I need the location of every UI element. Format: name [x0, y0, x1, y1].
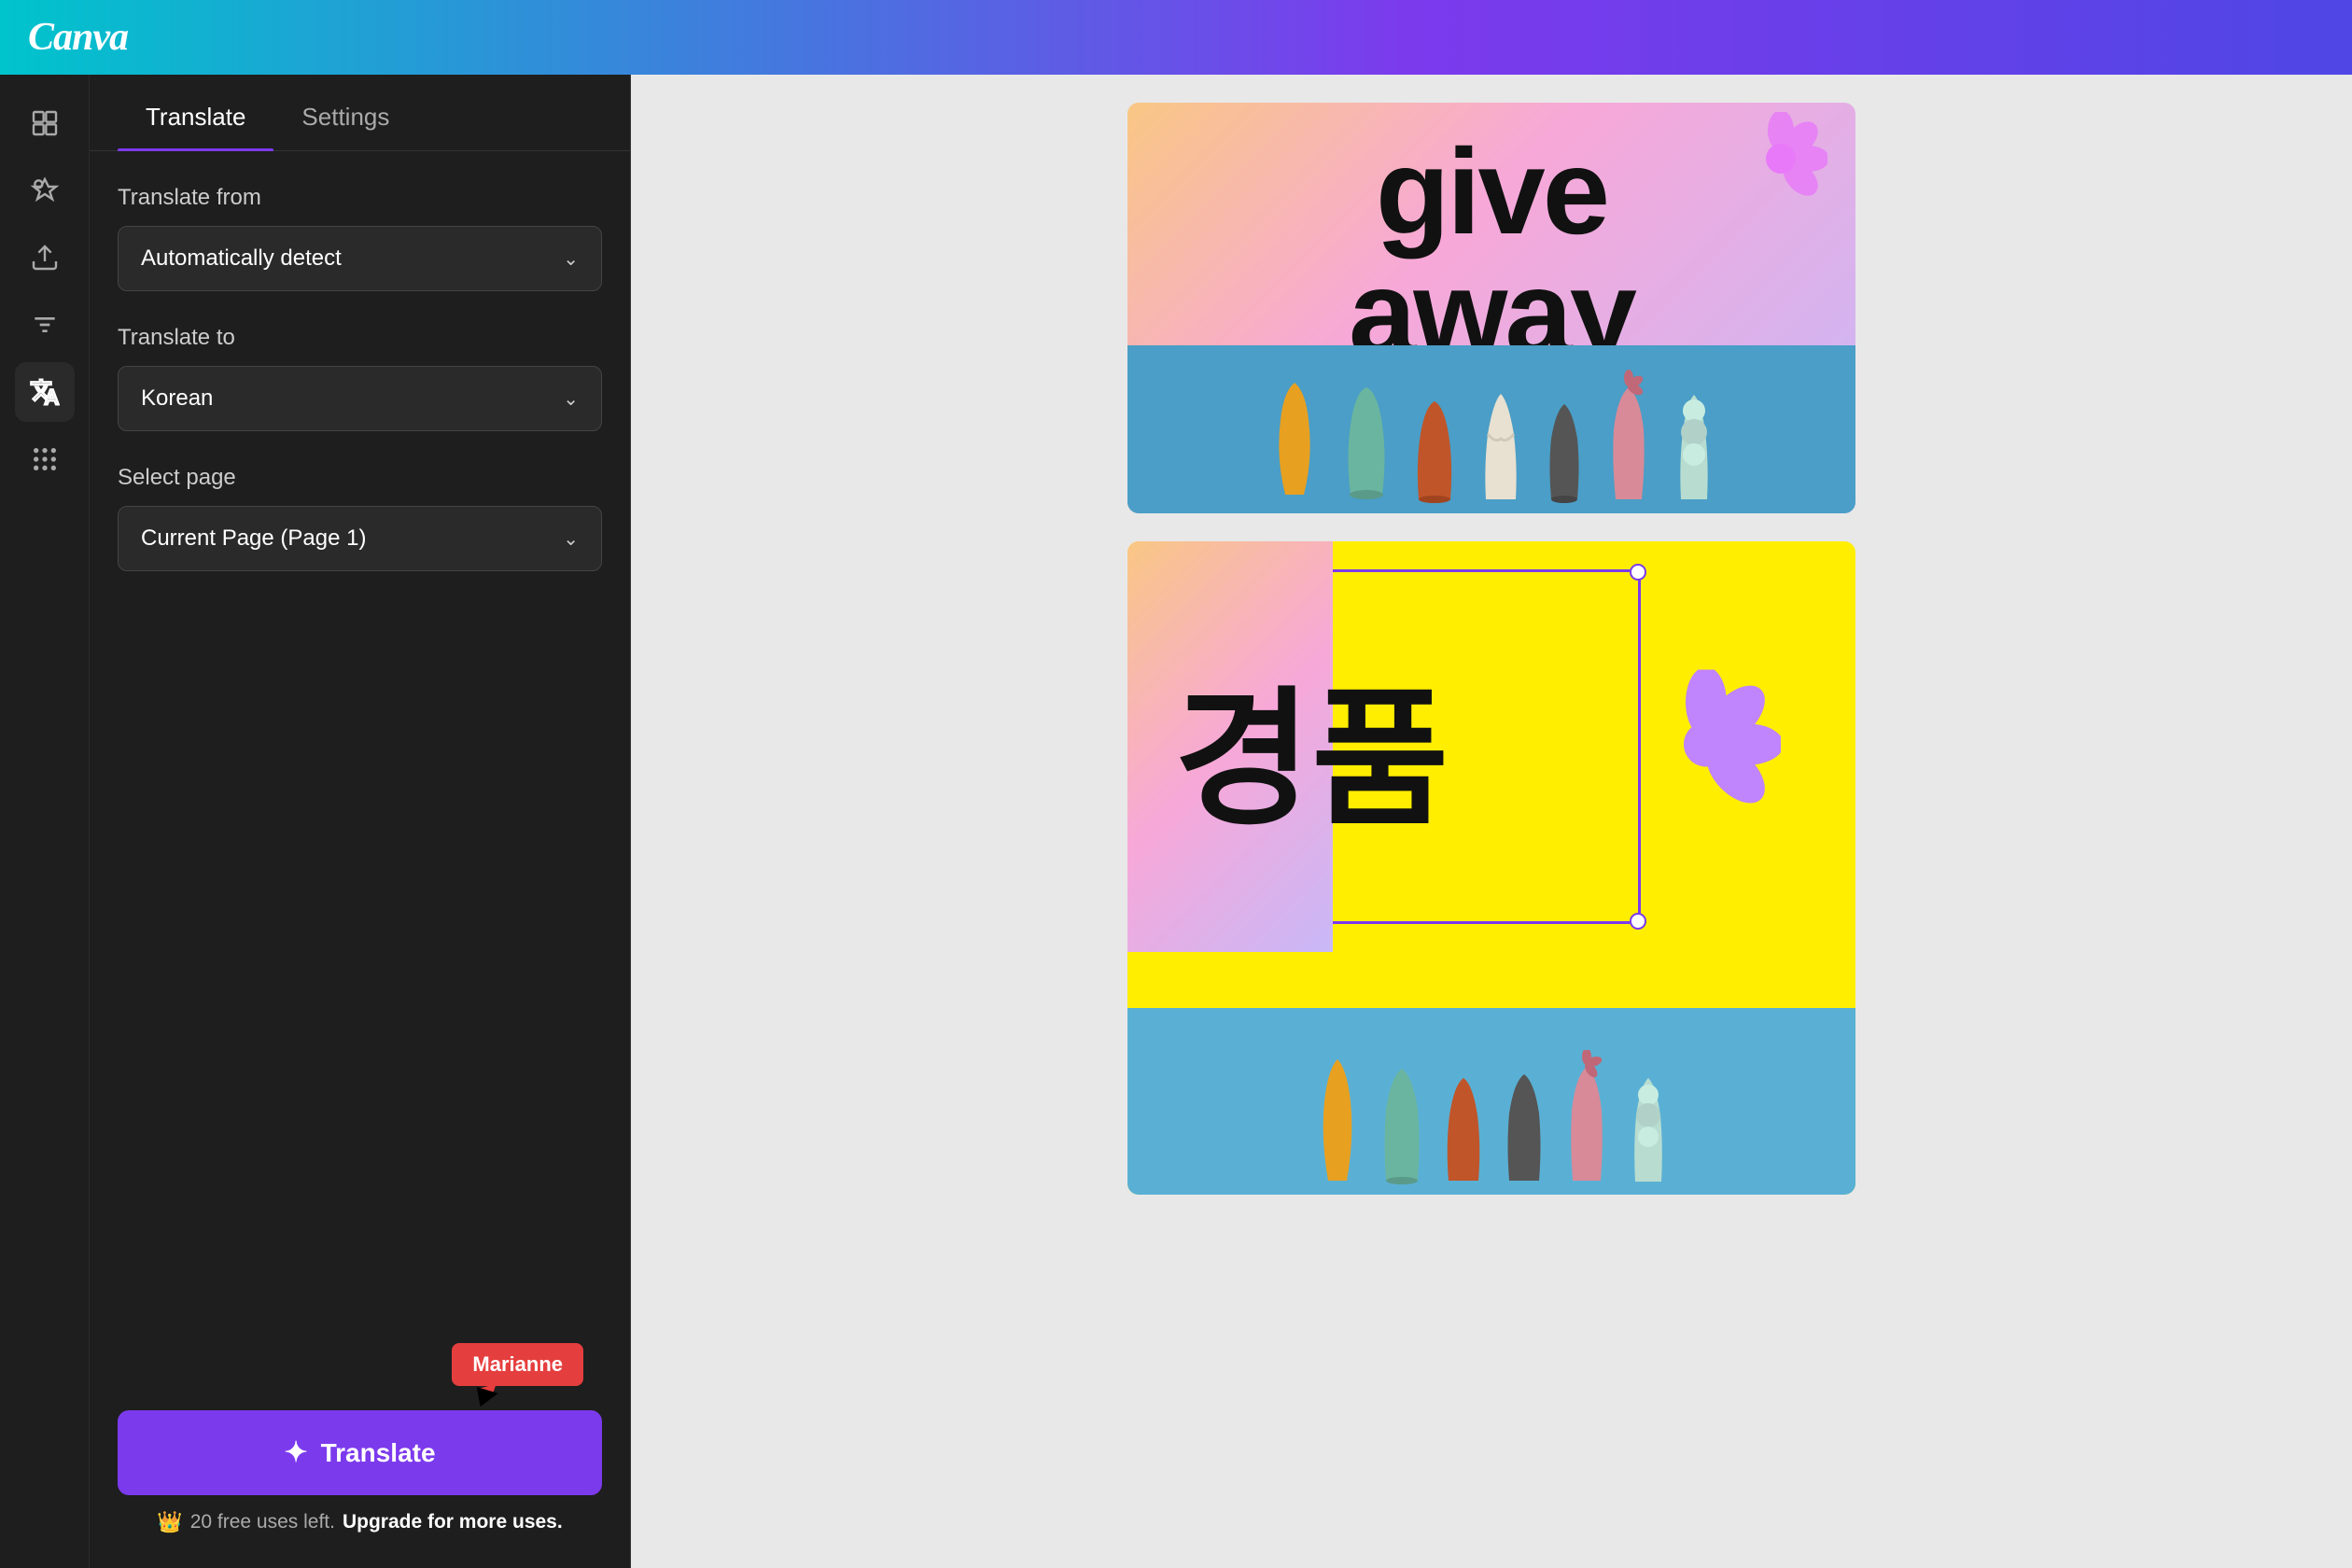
vase2-mint [1627, 1062, 1670, 1185]
design-card-korean[interactable]: 경품 [1127, 541, 1855, 1195]
translate-to-dropdown[interactable]: Korean ⌄ [118, 366, 602, 431]
panel-tabs: Translate Settings [90, 84, 630, 151]
upgrade-cta[interactable]: Upgrade for more uses. [343, 1511, 563, 1533]
upgrade-text: 👑 20 free uses left. Upgrade for more us… [118, 1510, 602, 1534]
translate-button-label: Translate [321, 1438, 436, 1468]
handle-tr[interactable] [1630, 564, 1646, 581]
icon-sidebar [0, 75, 90, 1568]
vases-row-card1 [1127, 345, 1855, 513]
select-page-label: Select page [118, 465, 602, 491]
sidebar-item-apps[interactable] [15, 429, 75, 489]
vase-teal [1341, 373, 1393, 504]
translate-panel: Translate Settings Translate from Automa… [90, 75, 631, 1568]
design-card-giveaway: give away [1127, 103, 1855, 513]
translate-to-value: Korean [141, 385, 213, 412]
canva-logo: Canva [28, 15, 128, 60]
vase-white [1477, 373, 1525, 504]
chevron-down-icon: ⌄ [563, 247, 579, 271]
topbar: Canva [0, 0, 2352, 75]
chevron-down-icon-to: ⌄ [563, 387, 579, 411]
flower-decoration-top [1734, 112, 1827, 205]
vase2-dark [1502, 1059, 1547, 1185]
tab-settings[interactable]: Settings [273, 84, 417, 150]
select-page-dropdown[interactable]: Current Page (Page 1) ⌄ [118, 506, 602, 571]
sidebar-item-upload[interactable] [15, 228, 75, 287]
translate-from-label: Translate from [118, 185, 602, 211]
vase-mint [1672, 378, 1716, 504]
translate-star-icon: ✦ [284, 1436, 307, 1469]
vases-row-card2 [1127, 1008, 1855, 1195]
panel-bottom: Marianne ▶ ✦ Translate 👑 20 free uses le… [90, 1324, 630, 1568]
flower-svg [1631, 670, 1781, 819]
sidebar-item-text[interactable] [15, 295, 75, 355]
select-page-value: Current Page (Page 1) [141, 525, 366, 552]
sidebar-item-elements[interactable] [15, 161, 75, 220]
vase-dark [1544, 387, 1586, 504]
vase2-orange [1442, 1064, 1485, 1185]
translate-from-dropdown[interactable]: Automatically detect ⌄ [118, 226, 602, 291]
chevron-down-icon-page: ⌄ [563, 527, 579, 551]
vase2-yellow [1313, 1045, 1362, 1185]
handle-br[interactable] [1630, 913, 1646, 930]
panel-content: Translate from Automatically detect ⌄ Tr… [90, 151, 630, 1324]
translate-to-label: Translate to [118, 325, 602, 351]
tab-translate[interactable]: Translate [118, 84, 273, 150]
vase2-pink [1563, 1050, 1610, 1185]
flower-decoration-card2 [1631, 670, 1781, 824]
sidebar-item-translate[interactable] [15, 362, 75, 422]
sidebar-item-layout[interactable] [15, 93, 75, 153]
free-uses-text: 20 free uses left. [190, 1511, 335, 1533]
user-tooltip-area: Marianne ▶ [118, 1343, 602, 1386]
vase-yellow [1267, 364, 1323, 504]
vase-orange [1411, 383, 1458, 504]
vase2-teal [1379, 1055, 1425, 1185]
translate-from-value: Automatically detect [141, 245, 342, 272]
main-layout: Translate Settings Translate from Automa… [0, 75, 2352, 1568]
card-giveaway-bg: give away [1127, 103, 1855, 513]
canvas-area: give away [631, 75, 2352, 1568]
korean-text: 경품 [1127, 610, 1495, 883]
card-yellow-bottom [1127, 952, 1855, 1195]
vase-pink-tall [1604, 369, 1653, 504]
yellow-strip [1127, 952, 1855, 1008]
card-korean-bg: 경품 [1127, 541, 1855, 952]
user-tooltip: Marianne [452, 1343, 583, 1386]
crown-icon: 👑 [157, 1510, 182, 1534]
translate-button[interactable]: ✦ Translate [118, 1410, 602, 1495]
